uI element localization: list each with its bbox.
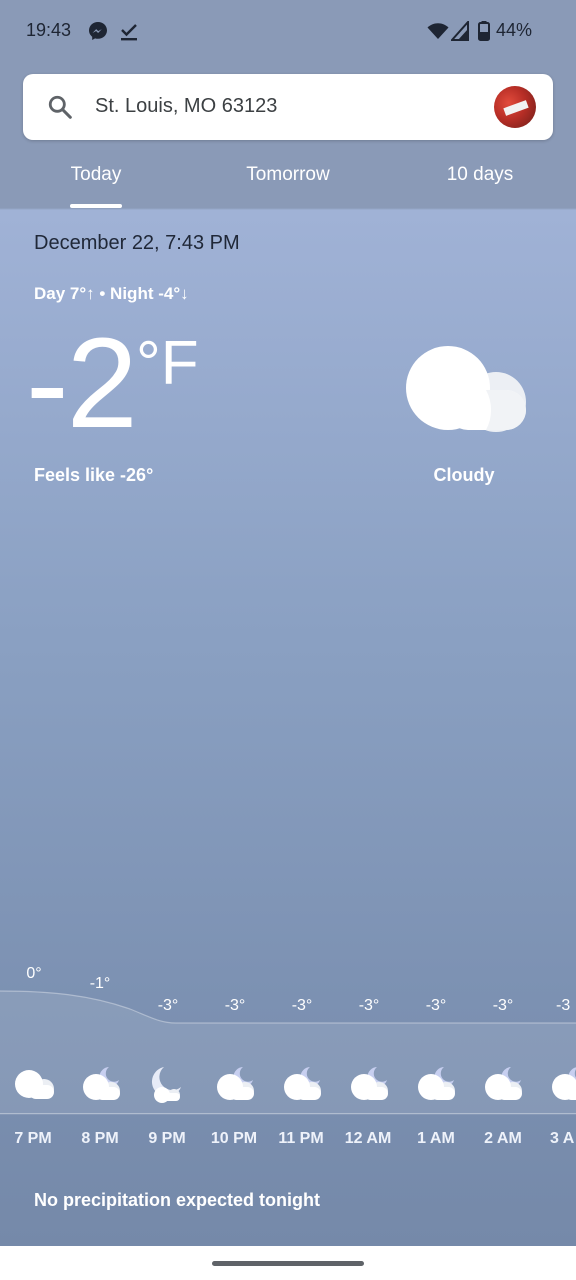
- cloud-moon-icon: [351, 1067, 388, 1100]
- hourly-forecast[interactable]: 0° -1° -3° -3° -3° -3° -3° -3° -3 7 PM 8…: [0, 955, 576, 1155]
- hour-temp: -3°: [224, 997, 246, 1014]
- hour-time: 10 PM: [210, 1130, 258, 1147]
- hour-temp: -3°: [291, 997, 313, 1014]
- forecast-tabs: Today Tomorrow 10 days: [0, 150, 576, 208]
- messenger-icon: [89, 22, 107, 40]
- status-bar: 19:43 44%: [0, 0, 576, 62]
- download-done-icon: [121, 24, 137, 41]
- search-icon[interactable]: [47, 94, 73, 120]
- current-date-time: December 22, 7:43 PM: [34, 232, 240, 254]
- hour-time: 3 A: [550, 1130, 575, 1147]
- tab-tomorrow[interactable]: Tomorrow: [192, 164, 384, 186]
- day-night-range: Day 7°↑ • Night -4°↓: [34, 284, 189, 303]
- condition-label: Cloudy: [433, 465, 495, 485]
- hour-temp: -3°: [492, 997, 514, 1014]
- hour-temp: -3°: [157, 997, 179, 1014]
- cloud-moon-icon: [552, 1067, 576, 1100]
- tab-today[interactable]: Today: [0, 164, 192, 186]
- hour-time: 12 AM: [344, 1130, 392, 1147]
- hour-time: 11 PM: [278, 1130, 324, 1147]
- hourly-divider: [0, 1113, 576, 1114]
- navigation-bar: [0, 1246, 576, 1280]
- hour-temp: -3: [556, 997, 571, 1014]
- home-gesture-handle[interactable]: [212, 1261, 364, 1266]
- cloud-icon: [15, 1070, 54, 1099]
- cloud-moon-icon: [217, 1067, 254, 1100]
- status-time: 19:43: [26, 20, 72, 40]
- cloud-icon: [406, 346, 526, 432]
- hour-temp: -1°: [89, 975, 111, 992]
- cell-signal-icon: [451, 21, 469, 41]
- tab-10-days[interactable]: 10 days: [384, 164, 576, 186]
- hour-time: 7 PM: [14, 1130, 52, 1147]
- location-text[interactable]: St. Louis, MO 63123: [95, 95, 277, 118]
- hour-temp: -3°: [358, 997, 380, 1014]
- hour-temp: -3°: [425, 997, 447, 1014]
- cloud-moon-icon: [485, 1067, 522, 1100]
- feels-like: Feels like -26°: [34, 465, 154, 485]
- account-avatar[interactable]: [494, 86, 536, 128]
- battery-icon: [478, 21, 490, 41]
- hour-time: 1 AM: [417, 1130, 455, 1147]
- temperature-unit: °F: [136, 329, 199, 398]
- cloud-moon-icon: [284, 1067, 321, 1100]
- cloud-moon-icon: [83, 1067, 120, 1100]
- cloud-moon-icon: [418, 1067, 455, 1100]
- location-search-bar[interactable]: St. Louis, MO 63123: [23, 74, 553, 140]
- battery-percent: 44%: [496, 20, 533, 40]
- hour-time: 8 PM: [81, 1130, 119, 1147]
- wifi-icon: [427, 23, 449, 39]
- moon-cloud-icon: [151, 1067, 181, 1103]
- current-temperature: -2: [26, 312, 138, 455]
- hour-temp: 0°: [26, 965, 42, 982]
- precipitation-summary: No precipitation expected tonight: [34, 1190, 321, 1210]
- hour-time: 9 PM: [148, 1130, 186, 1147]
- hour-time: 2 AM: [484, 1130, 522, 1147]
- selected-tab-indicator: [70, 204, 122, 208]
